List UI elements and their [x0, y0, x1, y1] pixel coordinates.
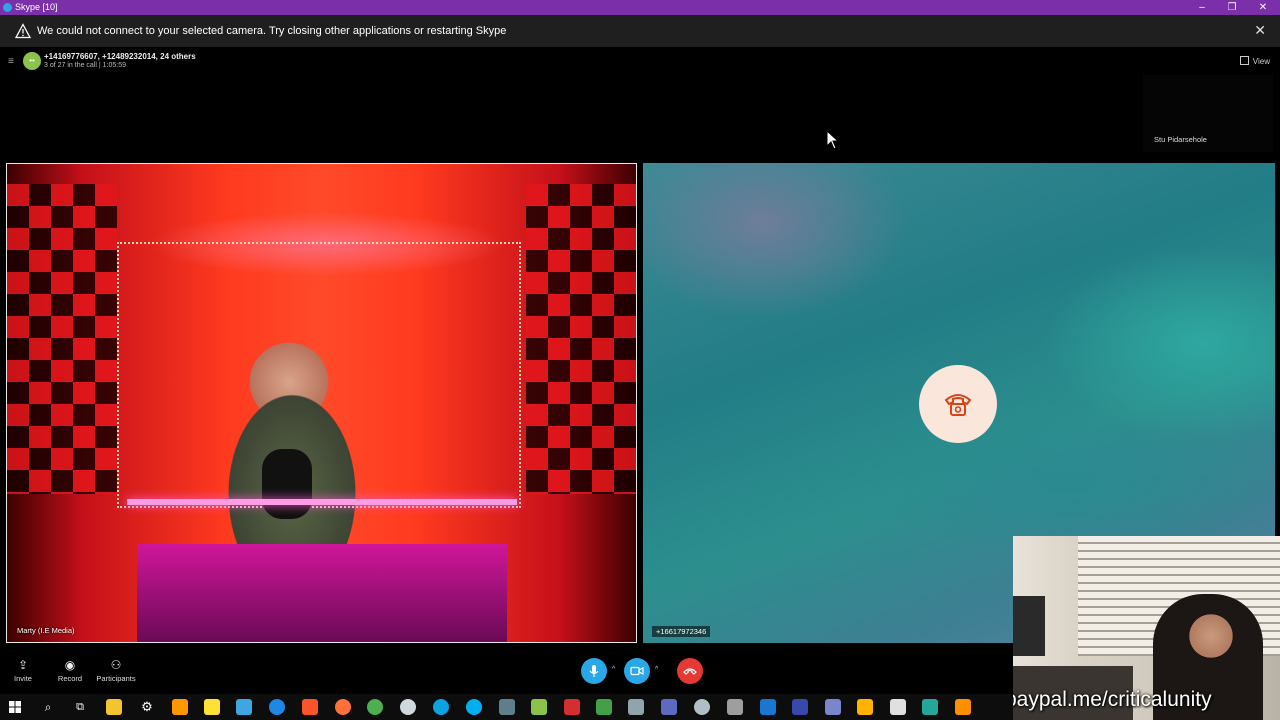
participant-tile-small[interactable]: Stu Pidarsehole: [1143, 75, 1273, 152]
app-icon[interactable]: [400, 699, 416, 715]
warning-icon: [15, 23, 31, 39]
search-icon[interactable]: ⌕: [40, 699, 56, 715]
chevron-up-icon[interactable]: ^: [612, 666, 615, 673]
app-icon[interactable]: [922, 699, 938, 715]
invite-button[interactable]: ⇪ Invite: [0, 656, 48, 683]
microphone-icon: [589, 665, 599, 677]
window-title: Skype [10]: [15, 2, 58, 12]
app-icon[interactable]: [499, 699, 515, 715]
call-status: 3 of 27 in the call | 1:05:59: [44, 62, 126, 69]
participant-name: Marty (I.E Media): [17, 626, 75, 635]
mute-button[interactable]: [581, 658, 607, 684]
app-icon[interactable]: [694, 699, 710, 715]
calling-indicator: [919, 365, 997, 443]
app-icon[interactable]: [890, 699, 906, 715]
app-icon[interactable]: [792, 699, 808, 715]
sublime-icon[interactable]: [172, 699, 188, 715]
title-bar: Skype [10] – ❐ ✕: [0, 0, 1280, 15]
app-icon[interactable]: [661, 699, 677, 715]
led-frame: [117, 242, 521, 508]
maximize-button[interactable]: ❐: [1217, 0, 1247, 15]
app-icon[interactable]: [825, 699, 841, 715]
warning-message: We could not connect to your selected ca…: [37, 25, 507, 37]
group-avatar[interactable]: ••: [23, 52, 41, 70]
view-label: View: [1252, 57, 1270, 66]
app-icon[interactable]: [531, 699, 547, 715]
share-icon: ⇪: [17, 658, 29, 672]
edge-icon[interactable]: [433, 699, 449, 715]
checkered-wall-left: [7, 184, 117, 494]
menu-icon[interactable]: ≡: [8, 56, 14, 67]
record-label: Record: [57, 674, 83, 683]
call-controls: ⇪ Invite ◉ Record ⚇ Participants ^ ^: [0, 650, 1013, 692]
skype-icon: [3, 3, 12, 12]
app-icon[interactable]: [628, 699, 644, 715]
settings-icon[interactable]: ⚙: [139, 699, 155, 715]
banner-close-icon[interactable]: ✕: [1254, 22, 1266, 39]
invite-label: Invite: [14, 674, 32, 683]
windows-start-icon[interactable]: [9, 701, 21, 713]
chrome-icon[interactable]: [367, 699, 383, 715]
brave-icon[interactable]: [302, 699, 318, 715]
vlc-icon[interactable]: [955, 699, 971, 715]
task-view-icon[interactable]: ⧉: [72, 699, 88, 715]
close-button[interactable]: ✕: [1248, 0, 1278, 15]
checkered-wall-right: [526, 184, 636, 494]
record-button[interactable]: ◉ Record: [45, 656, 95, 683]
participants-icon: ⚇: [110, 658, 122, 672]
firefox-icon[interactable]: [335, 699, 351, 715]
app-icon[interactable]: [857, 699, 873, 715]
view-button[interactable]: View: [1239, 56, 1270, 66]
app-icon[interactable]: [727, 699, 743, 715]
record-icon: ◉: [64, 658, 76, 672]
app-icon[interactable]: [596, 699, 612, 715]
skype-icon[interactable]: [466, 699, 482, 715]
windows-taskbar: ⌕ ⧉ ⚙: [0, 694, 1013, 720]
participant-name: +16617972346: [652, 626, 711, 637]
grid-icon: [1239, 56, 1249, 65]
video-button[interactable]: [624, 658, 650, 684]
desk-glow: [137, 544, 507, 642]
chevron-up-icon[interactable]: ^: [655, 666, 658, 673]
hang-up-icon: [683, 668, 697, 675]
mouse-cursor-icon: [826, 130, 838, 150]
notes-icon[interactable]: [204, 699, 220, 715]
app-icon[interactable]: [564, 699, 580, 715]
participant-video-left[interactable]: Marty (I.E Media): [6, 163, 637, 643]
call-participants-title[interactable]: +14169776607, +12489232014, 24 others: [44, 52, 196, 61]
phone-icon: [944, 394, 972, 416]
microphone-image: [262, 449, 312, 519]
file-explorer-icon[interactable]: [106, 699, 122, 715]
participants-label: Participants: [96, 674, 136, 683]
video-camera-icon: [630, 666, 644, 676]
app-icon[interactable]: [760, 699, 776, 715]
paypal-watermark: paypal.me/criticalunity: [1005, 688, 1212, 711]
desk-light: [127, 499, 517, 505]
participants-button[interactable]: ⚇ Participants: [91, 656, 141, 683]
minimize-button[interactable]: –: [1187, 0, 1217, 15]
call-header: ≡ •• +14169776607, +12489232014, 24 othe…: [0, 47, 1280, 77]
camera-warning-banner: We could not connect to your selected ca…: [0, 15, 1280, 47]
app-icon[interactable]: [236, 699, 252, 715]
ie-icon[interactable]: [269, 699, 285, 715]
end-call-button[interactable]: [677, 658, 703, 684]
participant-name: Stu Pidarsehole: [1154, 135, 1207, 144]
monitor-image: [1013, 596, 1045, 656]
